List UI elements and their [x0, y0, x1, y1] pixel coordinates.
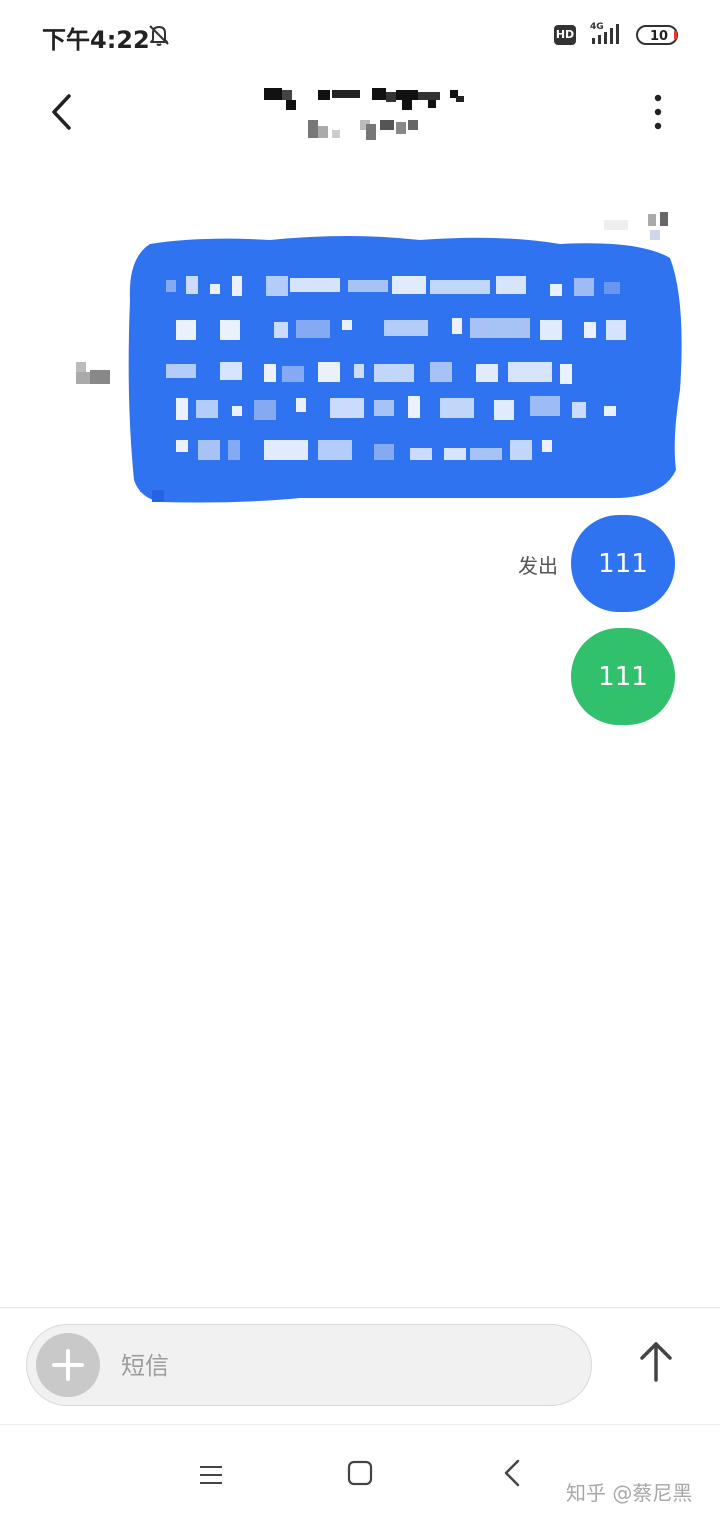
sms-input[interactable] — [119, 1343, 563, 1389]
composer-divider — [0, 1307, 720, 1308]
triangle-back-icon[interactable] — [498, 1457, 524, 1489]
arrow-up-icon[interactable] — [630, 1336, 682, 1388]
watermark: 知乎 @蔡尼黑 — [566, 1481, 693, 1505]
message-text: 111 — [598, 548, 648, 579]
menu-icon[interactable] — [196, 1461, 226, 1489]
incoming-message-redacted — [128, 236, 682, 503]
plus-icon — [52, 1349, 84, 1381]
message-status: 发出 — [518, 554, 558, 578]
composer — [26, 1324, 592, 1406]
message-text: 111 — [598, 661, 648, 692]
add-attachment-button[interactable] — [36, 1333, 100, 1397]
system-nav-bar: 知乎 @蔡尼黑 — [0, 1425, 720, 1520]
message-bubble[interactable]: 111 — [571, 628, 675, 725]
message-bubble[interactable]: 111 — [571, 515, 675, 612]
square-icon[interactable] — [346, 1459, 374, 1487]
